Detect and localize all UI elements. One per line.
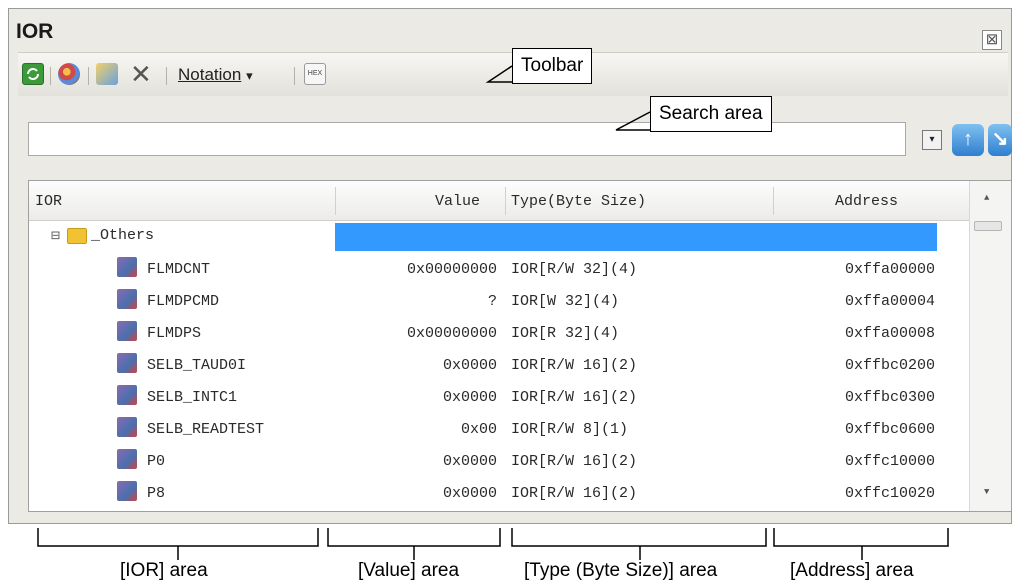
toolbar-callout: Toolbar xyxy=(512,48,593,84)
ior-value[interactable]: 0x0000 xyxy=(443,357,497,374)
register-icon xyxy=(117,481,137,501)
ior-name: FLMDPS xyxy=(147,325,202,342)
selected-row-highlight xyxy=(335,223,937,251)
folder-icon xyxy=(67,228,87,244)
ior-name: FLMDCNT xyxy=(147,261,211,278)
register-icon xyxy=(117,353,137,373)
table-row[interactable]: SELB_INTC1 0x0000 IOR[R/W 16](2) 0xffbc0… xyxy=(29,383,969,413)
watch-color-icon[interactable] xyxy=(58,63,80,85)
table-row[interactable]: FLMDPS 0x00000000 IOR[R 32](4) 0xffa0000… xyxy=(29,319,969,349)
hex-icon-text: HEX xyxy=(307,70,323,77)
table-row[interactable]: SELB_READTEST 0x00 IOR[R/W 8](1) 0xffbc0… xyxy=(29,415,969,445)
column-header: IOR Value Type(Byte Size) Address xyxy=(29,181,969,221)
expander-icon[interactable]: ⊟ xyxy=(51,226,60,245)
register-icon xyxy=(117,449,137,469)
notation-dropdown[interactable]: Notation ▾ xyxy=(178,65,253,85)
column-header-value[interactable]: Value xyxy=(435,193,480,210)
search-previous-button[interactable]: ↑ xyxy=(952,124,984,156)
register-icon xyxy=(117,385,137,405)
ior-address: 0xffc10000 xyxy=(844,453,935,470)
group-row[interactable]: ⊟ _Others xyxy=(29,223,969,253)
column-divider[interactable] xyxy=(505,187,506,215)
ior-list: IOR Value Type(Byte Size) Address ▲ ▼ ⊟ … xyxy=(28,180,1012,512)
search-next-button[interactable]: ↘ xyxy=(988,124,1012,156)
arrow-up-icon: ↑ xyxy=(963,128,973,150)
scroll-up-button[interactable]: ▲ xyxy=(984,193,989,203)
table-row[interactable]: SELB_TAUD0I 0x0000 IOR[R/W 16](2) 0xffbc… xyxy=(29,351,969,381)
search-history-dropdown[interactable]: ▾ xyxy=(922,130,942,150)
column-divider[interactable] xyxy=(335,187,336,215)
register-icon xyxy=(117,417,137,437)
type-area-label: [Type (Byte Size)] area xyxy=(524,560,718,581)
panel-title: IOR xyxy=(16,20,54,43)
toolbar-separator xyxy=(294,67,295,85)
refresh-icon[interactable] xyxy=(22,63,44,85)
column-divider[interactable] xyxy=(773,187,774,215)
register-category-icon[interactable] xyxy=(96,63,118,85)
ior-address: 0xffa00004 xyxy=(844,293,935,310)
register-icon xyxy=(117,289,137,309)
ior-value[interactable]: 0x0000 xyxy=(443,453,497,470)
ior-name: SELB_INTC1 xyxy=(147,389,238,406)
ior-name: SELB_READTEST xyxy=(147,421,265,438)
ior-value[interactable]: 0x00000000 xyxy=(407,325,497,342)
ior-value[interactable]: 0x0000 xyxy=(443,389,497,406)
search-input[interactable] xyxy=(28,122,906,156)
search-area: ▾ ↑ ↘ xyxy=(28,118,1012,168)
delete-icon[interactable]: ✕ xyxy=(130,59,152,90)
scrollbar-thumb[interactable] xyxy=(974,221,1002,231)
toolbar-separator xyxy=(88,67,89,85)
column-header-address[interactable]: Address xyxy=(835,193,898,210)
ior-address: 0xffbc0300 xyxy=(844,389,935,406)
ior-type: IOR[R/W 32](4) xyxy=(511,261,638,278)
toolbar-separator xyxy=(166,67,167,85)
table-row[interactable]: FLMDPCMD ? IOR[W 32](4) 0xffa00004 xyxy=(29,287,969,317)
arrow-down-right-icon: ↘ xyxy=(991,128,1009,150)
register-icon xyxy=(117,257,137,277)
ior-name: P0 xyxy=(147,453,166,470)
ior-area-label: [IOR] area xyxy=(120,560,208,581)
column-header-ior[interactable]: IOR xyxy=(35,193,62,210)
table-row[interactable]: P8 0x0000 IOR[R/W 16](2) 0xffc10020 xyxy=(29,479,969,509)
ior-name: P8 xyxy=(147,485,166,502)
ior-name: FLMDPCMD xyxy=(147,293,220,310)
ior-type: IOR[W 32](4) xyxy=(511,293,620,310)
address-area-label: [Address] area xyxy=(790,560,914,581)
ior-value[interactable]: ? xyxy=(488,293,497,310)
ior-value[interactable]: 0x00000000 xyxy=(407,261,497,278)
notation-label: Notation xyxy=(178,65,242,84)
ior-value[interactable]: 0x0000 xyxy=(443,485,497,502)
table-row[interactable]: FLMDCNT 0x00000000 IOR[R/W 32](4) 0xffa0… xyxy=(29,255,969,285)
group-name: _Others xyxy=(91,227,155,244)
table-row[interactable]: P0 0x0000 IOR[R/W 16](2) 0xffc10000 xyxy=(29,447,969,477)
vertical-scrollbar[interactable]: ▲ ▼ xyxy=(969,181,1011,511)
scroll-down-button[interactable]: ▼ xyxy=(984,487,989,497)
ior-type: IOR[R 32](4) xyxy=(511,325,620,342)
ior-address: 0xffa00000 xyxy=(844,261,935,278)
ior-type: IOR[R/W 16](2) xyxy=(511,485,638,502)
value-area-label: [Value] area xyxy=(358,560,460,581)
hex-output-icon[interactable]: HEX xyxy=(304,63,326,85)
ior-name: SELB_TAUD0I xyxy=(147,357,247,374)
ior-type: IOR[R/W 8](1) xyxy=(511,421,629,438)
toolbar-separator xyxy=(50,67,51,85)
ior-type: IOR[R/W 16](2) xyxy=(511,453,638,470)
ior-type: IOR[R/W 16](2) xyxy=(511,357,638,374)
register-icon xyxy=(117,321,137,341)
ior-address: 0xffbc0600 xyxy=(844,421,935,438)
chevron-down-icon: ▾ xyxy=(246,68,253,83)
search-area-callout: Search area xyxy=(650,96,772,132)
ior-type: IOR[R/W 16](2) xyxy=(511,389,638,406)
column-header-type[interactable]: Type(Byte Size) xyxy=(511,193,646,210)
ior-address: 0xffbc0200 xyxy=(844,357,935,374)
ior-value[interactable]: 0x00 xyxy=(461,421,497,438)
close-button[interactable]: ⊠ xyxy=(982,30,1002,50)
ior-address: 0xffa00008 xyxy=(844,325,935,342)
ior-address: 0xffc10020 xyxy=(844,485,935,502)
